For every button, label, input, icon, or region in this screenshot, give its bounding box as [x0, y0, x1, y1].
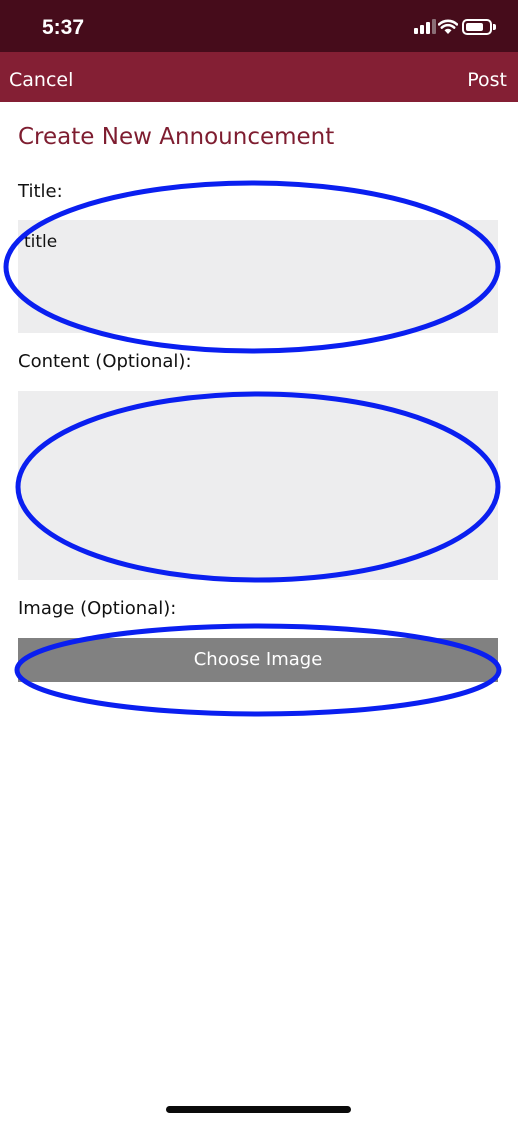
content-input[interactable]: [18, 391, 498, 580]
page-title: Create New Announcement: [18, 124, 335, 150]
home-indicator: [166, 1106, 351, 1113]
battery-tip: [493, 24, 496, 30]
status-time: 5:37: [42, 16, 85, 39]
content-label: Content (Optional):: [18, 351, 192, 372]
post-button[interactable]: Post: [467, 69, 507, 91]
navigation-bar: Cancel Post: [0, 52, 518, 102]
cellular-signal-icon: [414, 18, 436, 36]
wifi-icon: [438, 19, 458, 34]
image-label: Image (Optional):: [18, 598, 177, 619]
cancel-button[interactable]: Cancel: [9, 69, 73, 91]
title-label: Title:: [18, 181, 63, 202]
title-input[interactable]: title: [18, 220, 498, 333]
choose-image-button[interactable]: Choose Image: [18, 638, 498, 682]
status-bar: 5:37: [0, 0, 518, 52]
battery-icon: [462, 19, 492, 35]
